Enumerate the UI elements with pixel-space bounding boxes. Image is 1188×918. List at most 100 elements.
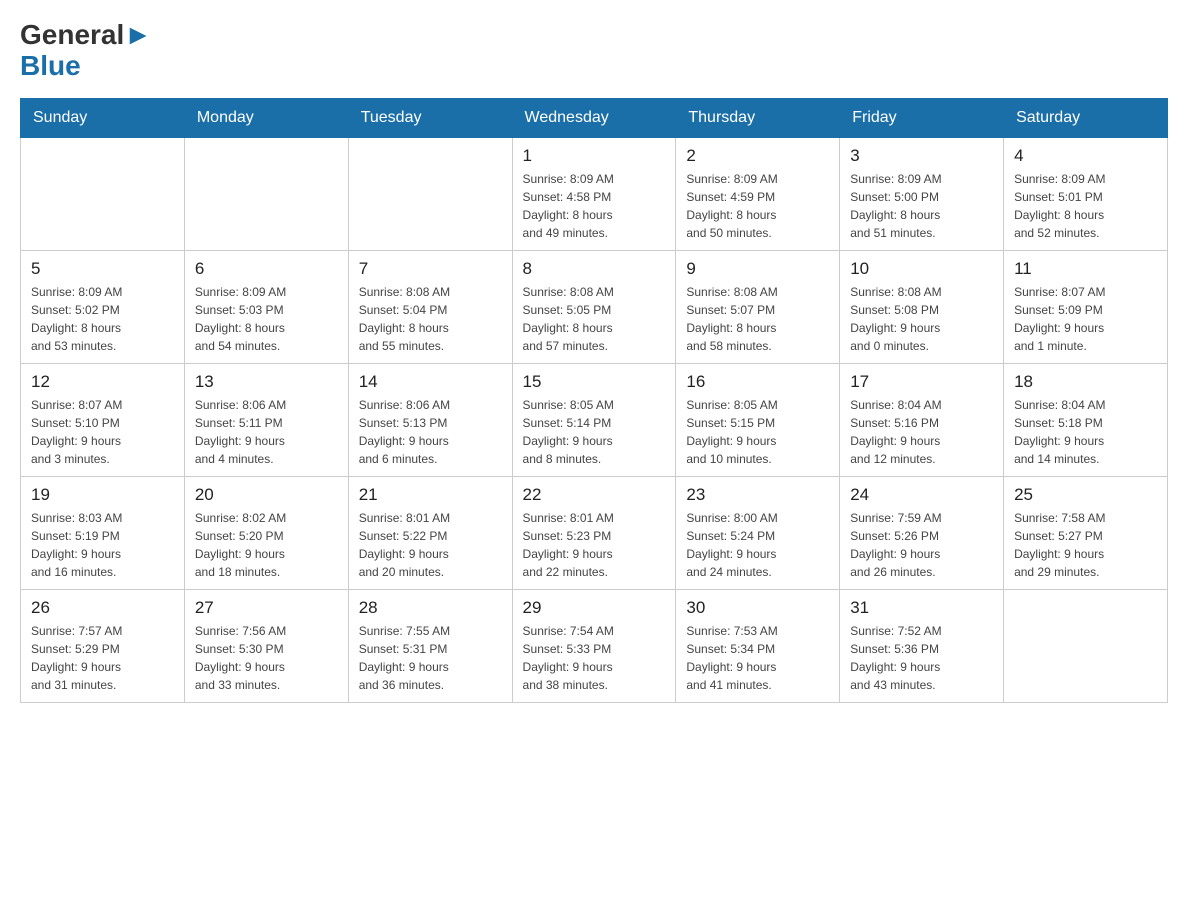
day-number: 23 [686,485,829,505]
day-number: 24 [850,485,993,505]
calendar-cell: 22 Sunrise: 8:01 AM Sunset: 5:23 PM Dayli… [512,476,676,589]
day-info: Sunrise: 8:01 AM Sunset: 5:22 PM Dayligh… [359,509,502,581]
day-info: Sunrise: 8:03 AM Sunset: 5:19 PM Dayligh… [31,509,174,581]
day-number: 31 [850,598,993,618]
day-number: 29 [523,598,666,618]
page-header: General► Blue [20,20,1168,82]
day-number: 14 [359,372,502,392]
day-info: Sunrise: 8:09 AM Sunset: 5:03 PM Dayligh… [195,283,338,355]
calendar-cell [1004,589,1168,702]
day-info: Sunrise: 8:09 AM Sunset: 5:00 PM Dayligh… [850,170,993,242]
calendar-cell: 1 Sunrise: 8:09 AM Sunset: 4:58 PM Daylig… [512,137,676,250]
weekday-header-saturday: Saturday [1004,98,1168,137]
calendar-cell: 6 Sunrise: 8:09 AM Sunset: 5:03 PM Daylig… [184,250,348,363]
logo-general-text: General► [20,20,152,51]
day-info: Sunrise: 8:04 AM Sunset: 5:16 PM Dayligh… [850,396,993,468]
calendar-week-5: 26 Sunrise: 7:57 AM Sunset: 5:29 PM Dayli… [21,589,1168,702]
calendar-cell: 11Sunrise: 8:07 AM Sunset: 5:09 PM Dayli… [1004,250,1168,363]
calendar-cell: 17 Sunrise: 8:04 AM Sunset: 5:16 PM Dayli… [840,363,1004,476]
day-info: Sunrise: 8:09 AM Sunset: 4:59 PM Dayligh… [686,170,829,242]
day-number: 1 [523,146,666,166]
calendar-cell: 19Sunrise: 8:03 AM Sunset: 5:19 PM Dayli… [21,476,185,589]
calendar-week-1: 1 Sunrise: 8:09 AM Sunset: 4:58 PM Daylig… [21,137,1168,250]
calendar-cell: 30Sunrise: 7:53 AM Sunset: 5:34 PM Dayli… [676,589,840,702]
day-number: 28 [359,598,502,618]
calendar-header: SundayMondayTuesdayWednesdayThursdayFrid… [21,98,1168,137]
calendar-cell: 13 Sunrise: 8:06 AM Sunset: 5:11 PM Dayli… [184,363,348,476]
calendar-cell: 26 Sunrise: 7:57 AM Sunset: 5:29 PM Dayli… [21,589,185,702]
day-info: Sunrise: 7:52 AM Sunset: 5:36 PM Dayligh… [850,622,993,694]
day-number: 20 [195,485,338,505]
calendar-cell: 28 Sunrise: 7:55 AM Sunset: 5:31 PM Dayli… [348,589,512,702]
day-info: Sunrise: 8:05 AM Sunset: 5:14 PM Dayligh… [523,396,666,468]
calendar-week-3: 12 Sunrise: 8:07 AM Sunset: 5:10 PM Dayli… [21,363,1168,476]
day-number: 7 [359,259,502,279]
calendar-cell: 21 Sunrise: 8:01 AM Sunset: 5:22 PM Dayli… [348,476,512,589]
day-number: 17 [850,372,993,392]
calendar-cell: 9 Sunrise: 8:08 AM Sunset: 5:07 PM Daylig… [676,250,840,363]
calendar-cell [348,137,512,250]
calendar-cell: 16Sunrise: 8:05 AM Sunset: 5:15 PM Dayli… [676,363,840,476]
day-number: 21 [359,485,502,505]
weekday-header-monday: Monday [184,98,348,137]
day-number: 8 [523,259,666,279]
calendar-cell: 12 Sunrise: 8:07 AM Sunset: 5:10 PM Dayli… [21,363,185,476]
day-info: Sunrise: 7:54 AM Sunset: 5:33 PM Dayligh… [523,622,666,694]
day-number: 13 [195,372,338,392]
day-info: Sunrise: 8:04 AM Sunset: 5:18 PM Dayligh… [1014,396,1157,468]
calendar-cell: 18 Sunrise: 8:04 AM Sunset: 5:18 PM Dayli… [1004,363,1168,476]
day-info: Sunrise: 8:06 AM Sunset: 5:11 PM Dayligh… [195,396,338,468]
day-number: 27 [195,598,338,618]
calendar-week-4: 19Sunrise: 8:03 AM Sunset: 5:19 PM Dayli… [21,476,1168,589]
weekday-header-wednesday: Wednesday [512,98,676,137]
day-info: Sunrise: 8:01 AM Sunset: 5:23 PM Dayligh… [523,509,666,581]
calendar-cell [21,137,185,250]
calendar-cell: 31 Sunrise: 7:52 AM Sunset: 5:36 PM Dayli… [840,589,1004,702]
day-number: 9 [686,259,829,279]
day-number: 5 [31,259,174,279]
day-number: 3 [850,146,993,166]
calendar-cell: 15Sunrise: 8:05 AM Sunset: 5:14 PM Dayli… [512,363,676,476]
day-number: 11 [1014,259,1157,279]
day-info: Sunrise: 8:07 AM Sunset: 5:10 PM Dayligh… [31,396,174,468]
day-info: Sunrise: 8:09 AM Sunset: 4:58 PM Dayligh… [523,170,666,242]
day-info: Sunrise: 8:06 AM Sunset: 5:13 PM Dayligh… [359,396,502,468]
day-number: 6 [195,259,338,279]
calendar-week-2: 5 Sunrise: 8:09 AM Sunset: 5:02 PM Daylig… [21,250,1168,363]
logo-blue-text: Blue [20,51,81,82]
day-info: Sunrise: 7:58 AM Sunset: 5:27 PM Dayligh… [1014,509,1157,581]
day-info: Sunrise: 8:08 AM Sunset: 5:08 PM Dayligh… [850,283,993,355]
calendar-cell: 8Sunrise: 8:08 AM Sunset: 5:05 PM Daylig… [512,250,676,363]
day-info: Sunrise: 7:55 AM Sunset: 5:31 PM Dayligh… [359,622,502,694]
calendar-cell: 7 Sunrise: 8:08 AM Sunset: 5:04 PM Daylig… [348,250,512,363]
day-info: Sunrise: 8:09 AM Sunset: 5:02 PM Dayligh… [31,283,174,355]
day-number: 26 [31,598,174,618]
day-info: Sunrise: 8:02 AM Sunset: 5:20 PM Dayligh… [195,509,338,581]
day-number: 30 [686,598,829,618]
day-info: Sunrise: 7:56 AM Sunset: 5:30 PM Dayligh… [195,622,338,694]
weekday-header-thursday: Thursday [676,98,840,137]
logo: General► Blue [20,20,152,82]
calendar-cell: 4 Sunrise: 8:09 AM Sunset: 5:01 PM Daylig… [1004,137,1168,250]
day-number: 16 [686,372,829,392]
day-number: 18 [1014,372,1157,392]
day-info: Sunrise: 8:08 AM Sunset: 5:07 PM Dayligh… [686,283,829,355]
calendar-cell: 29 Sunrise: 7:54 AM Sunset: 5:33 PM Dayli… [512,589,676,702]
day-number: 4 [1014,146,1157,166]
calendar-cell: 14 Sunrise: 8:06 AM Sunset: 5:13 PM Dayli… [348,363,512,476]
calendar-cell: 20 Sunrise: 8:02 AM Sunset: 5:20 PM Dayli… [184,476,348,589]
day-info: Sunrise: 8:00 AM Sunset: 5:24 PM Dayligh… [686,509,829,581]
logo-arrow-icon: ► [124,19,152,50]
weekday-header-friday: Friday [840,98,1004,137]
day-number: 22 [523,485,666,505]
calendar-body: 1 Sunrise: 8:09 AM Sunset: 4:58 PM Daylig… [21,137,1168,702]
day-number: 12 [31,372,174,392]
calendar-cell: 3 Sunrise: 8:09 AM Sunset: 5:00 PM Daylig… [840,137,1004,250]
calendar-cell: 27 Sunrise: 7:56 AM Sunset: 5:30 PM Dayli… [184,589,348,702]
day-info: Sunrise: 8:08 AM Sunset: 5:04 PM Dayligh… [359,283,502,355]
day-info: Sunrise: 8:09 AM Sunset: 5:01 PM Dayligh… [1014,170,1157,242]
calendar-cell: 5 Sunrise: 8:09 AM Sunset: 5:02 PM Daylig… [21,250,185,363]
day-info: Sunrise: 7:57 AM Sunset: 5:29 PM Dayligh… [31,622,174,694]
calendar-cell: 23 Sunrise: 8:00 AM Sunset: 5:24 PM Dayli… [676,476,840,589]
day-info: Sunrise: 7:59 AM Sunset: 5:26 PM Dayligh… [850,509,993,581]
